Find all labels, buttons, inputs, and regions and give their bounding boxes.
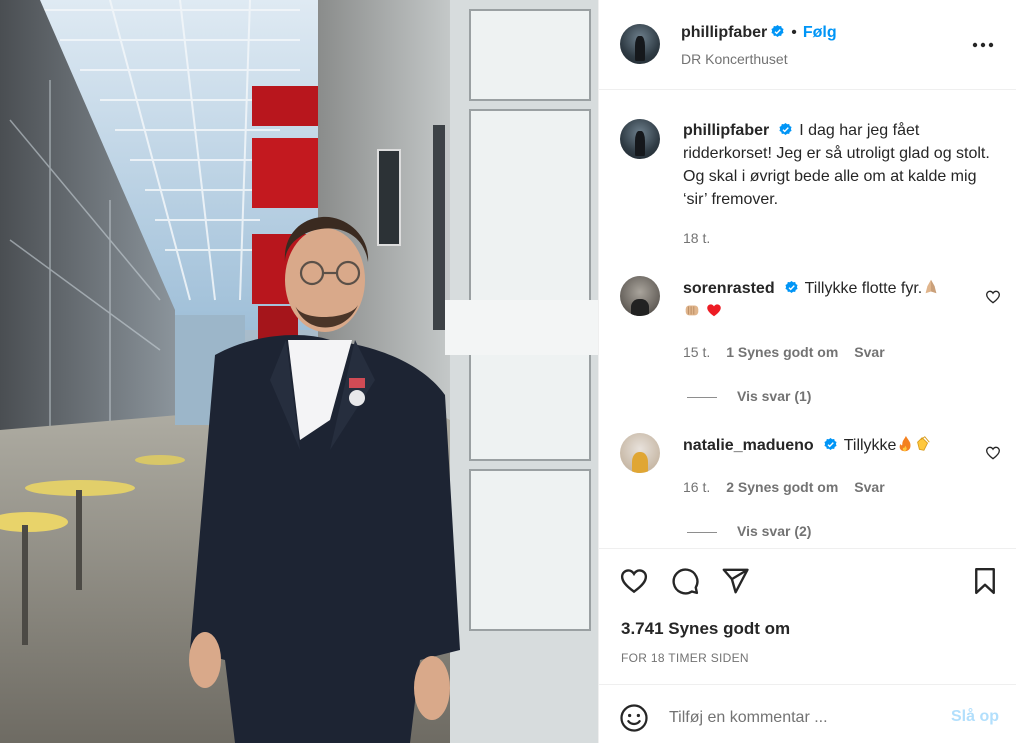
comment-icon[interactable] xyxy=(670,566,700,596)
verified-badge-icon xyxy=(771,24,784,37)
reply-button[interactable]: Svar xyxy=(854,479,884,495)
comment-likes[interactable]: 1 Synes godt om xyxy=(726,344,838,360)
post-location[interactable]: DR Koncerthuset xyxy=(681,51,788,67)
smiley-icon[interactable] xyxy=(619,703,649,733)
share-icon[interactable] xyxy=(720,566,750,596)
caption-avatar[interactable] xyxy=(620,119,660,159)
author-row: phillipfaber • Følg xyxy=(681,24,837,42)
separator-dot: • xyxy=(791,24,797,41)
comment-meta: 15 t. 1 Synes godt om Svar xyxy=(683,344,901,360)
post-comment-button[interactable]: Slå op xyxy=(951,708,999,726)
author-username[interactable]: phillipfaber xyxy=(681,24,767,41)
fire-emoji xyxy=(900,435,911,452)
comment-text: natalie_madueno Tillykke xyxy=(683,434,973,457)
comment-text: sorenrasted Tillykke flotte fyr. xyxy=(683,277,973,323)
clapping-hands-emoji xyxy=(917,436,931,451)
post-panel: phillipfaber • Følg DR Koncerthuset philli… xyxy=(598,0,1016,743)
red-heart-emoji xyxy=(707,304,722,317)
bookmark-icon[interactable] xyxy=(970,566,1000,596)
verified-badge-icon xyxy=(824,437,837,450)
action-bar: 3.741 Synes godt om FOR 18 TIMER SIDEN xyxy=(599,548,1016,684)
comment-meta: 16 t. 2 Synes godt om Svar xyxy=(683,479,901,495)
author-avatar[interactable] xyxy=(620,24,660,64)
comment-composer: Slå op xyxy=(599,684,1016,743)
comment-body: Tillykke flotte fyr. xyxy=(804,280,923,297)
reply-button[interactable]: Svar xyxy=(854,344,884,360)
posted-time[interactable]: FOR 18 TIMER SIDEN xyxy=(621,651,749,665)
commenter-avatar[interactable] xyxy=(620,433,660,473)
caption-meta: 18 t. xyxy=(683,230,726,246)
comment-like-heart-icon[interactable] xyxy=(985,289,1001,305)
comment-time[interactable]: 16 t. xyxy=(683,479,710,495)
fist-emoji xyxy=(685,305,699,316)
heart-icon[interactable] xyxy=(619,566,649,596)
commenter-username[interactable]: sorenrasted xyxy=(683,280,775,297)
caption-text: phillipfaber I dag har jeg fået ridderkor… xyxy=(683,119,993,211)
more-horizontal-icon[interactable] xyxy=(971,35,995,55)
folded-hands-emoji xyxy=(925,279,937,294)
follow-button[interactable]: Følg xyxy=(803,24,837,41)
caption-username[interactable]: phillipfaber xyxy=(683,122,769,139)
verified-badge-icon xyxy=(785,280,798,293)
comment-input[interactable] xyxy=(669,705,929,731)
commenter-username[interactable]: natalie_madueno xyxy=(683,437,814,454)
post-photo[interactable] xyxy=(0,0,598,743)
comment-like-heart-icon[interactable] xyxy=(985,445,1001,461)
view-replies-button[interactable]: Vis svar (2) xyxy=(687,523,811,539)
commenter-avatar[interactable] xyxy=(620,276,660,316)
comments-list[interactable]: phillipfaber I dag har jeg fået ridderkor… xyxy=(599,91,1016,547)
comment-time[interactable]: 15 t. xyxy=(683,344,710,360)
post-header: phillipfaber • Følg DR Koncerthuset xyxy=(599,0,1016,90)
post-image xyxy=(0,0,598,743)
comment-likes[interactable]: 2 Synes godt om xyxy=(726,479,838,495)
comment-body: Tillykke xyxy=(843,437,897,454)
view-replies-button[interactable]: Vis svar (1) xyxy=(687,388,811,404)
caption-time[interactable]: 18 t. xyxy=(683,230,710,246)
verified-badge-icon xyxy=(779,122,792,135)
likes-count[interactable]: 3.741 Synes godt om xyxy=(621,619,790,639)
